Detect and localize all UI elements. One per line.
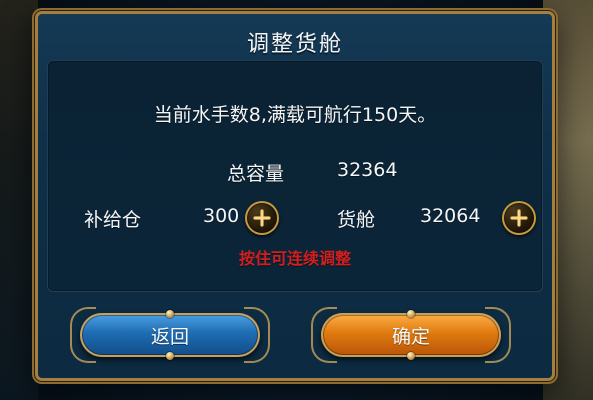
button-ornament-right [485,307,511,363]
dialog-title: 调整货舱 [246,32,343,57]
dialog-content-panel: 当前水手数8,满载可航行150天。 总容量 32364 补给仓 300 货舱 3… [47,60,543,292]
supply-hold-value: 300 [203,205,240,227]
button-ornament-left [70,307,96,363]
supply-hold-label: 补给仓 [84,209,142,231]
hold-to-adjust-hint: 按住可连续调整 [238,249,351,268]
confirm-button[interactable]: 确定 [311,307,511,363]
button-ornament-right [244,307,270,363]
cargo-increase-button[interactable] [502,201,536,235]
plus-icon [510,209,528,227]
total-capacity-value: 32364 [337,159,398,181]
game-scene: 调整货舱 当前水手数8,满载可航行150天。 总容量 32364 补给仓 300… [0,0,593,400]
button-ornament-left [311,307,337,363]
confirm-button-label: 确定 [391,325,430,348]
voyage-summary-text: 当前水手数8,满载可航行150天。 [153,104,437,126]
cargo-hold-value: 32064 [420,205,481,227]
cargo-hold-label: 货舱 [337,209,376,231]
button-gem-bottom [407,352,415,360]
button-gem-top [407,310,415,318]
button-gem-top [166,310,174,318]
total-capacity-label: 总容量 [227,163,285,185]
button-gem-bottom [166,352,174,360]
back-button-label: 返回 [150,325,189,348]
supply-increase-button[interactable] [245,201,279,235]
adjust-cargo-dialog: 调整货舱 当前水手数8,满载可航行150天。 总容量 32364 补给仓 300… [32,8,558,384]
back-button[interactable]: 返回 [70,307,270,363]
plus-icon [253,209,271,227]
